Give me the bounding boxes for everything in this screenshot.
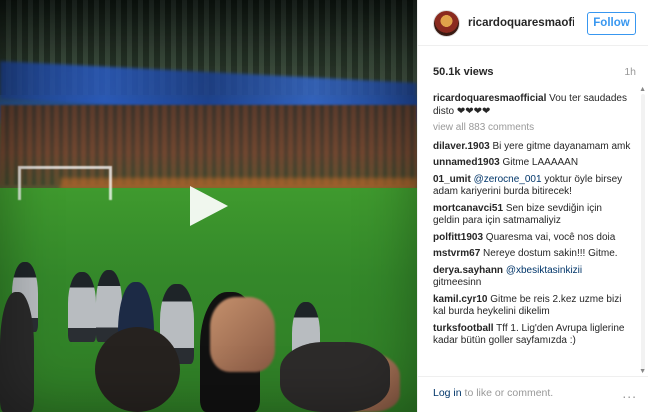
play-icon — [190, 186, 228, 226]
comments-scrollbar[interactable] — [641, 94, 645, 372]
more-options-icon[interactable]: ... — [622, 385, 637, 401]
comment-username[interactable]: polfitt1903 — [433, 232, 483, 243]
comment-username[interactable]: kamil.cyr10 — [433, 294, 488, 305]
comment-text: Bi yere gitme dayanamam amk — [492, 140, 631, 152]
login-prompt-text: to like or comment. — [461, 387, 554, 399]
comment-text: Quaresma vai, você nos doia — [485, 231, 616, 243]
comment-item: kamil.cyr10 Gitme be reis 2.kez uzme biz… — [433, 294, 631, 319]
scroll-down-icon[interactable]: ▼ — [639, 368, 646, 375]
goal-frame — [18, 166, 112, 200]
comment-username[interactable]: mortcanavci51 — [433, 203, 503, 214]
username[interactable]: ricardoquaresmaofi... — [468, 17, 574, 29]
post-footer: Log in to like or comment. ... — [418, 376, 648, 412]
comment-mention[interactable]: @zerocne_001 — [474, 174, 542, 185]
comment-username[interactable]: unnamed1903 — [433, 157, 500, 168]
video-player[interactable] — [0, 0, 417, 412]
play-button[interactable] — [184, 184, 232, 228]
comment-username[interactable]: dilaver.1903 — [433, 141, 490, 152]
comment-text: Nereye dostum sakin!!! Gitme. — [483, 248, 618, 259]
caption: ricardoquaresmaofficial Vou ter saudades… — [433, 93, 631, 118]
post-sidebar: ricardoquaresmaofi... Follow 50.1k views… — [417, 0, 648, 412]
comment-item: unnamed1903 Gitme LAAAAAN — [433, 157, 631, 170]
comment-item: mortcanavci51 Sen bize sevdiğin için gel… — [433, 203, 631, 228]
follow-button[interactable]: Follow — [587, 12, 636, 35]
comment-username[interactable]: ricardoquaresmaofficial — [433, 93, 546, 104]
login-prompt: Log in to like or comment. — [433, 387, 553, 399]
view-all-comments-link[interactable]: view all 883 comments — [433, 122, 631, 135]
post-age[interactable]: 1h — [624, 66, 636, 78]
avatar[interactable] — [433, 10, 460, 37]
post-header: ricardoquaresmaofi... Follow — [418, 0, 648, 46]
comment-item: turksfootball Tff 1. Lig'den Avrupa ligl… — [433, 323, 631, 348]
comment-item: 01_umit @zerocne_001 yoktur öyle birsey … — [433, 174, 631, 199]
comment-username[interactable]: turksfootball — [433, 323, 494, 334]
comment-mention[interactable]: @xbesiktasinkizii — [506, 265, 582, 276]
view-count: 50.1k views — [433, 66, 494, 78]
scroll-up-icon[interactable]: ▲ — [639, 86, 646, 93]
comment-text: Gitme LAAAAAN — [502, 157, 579, 168]
comment-username[interactable]: mstvrm67 — [433, 248, 480, 259]
login-link[interactable]: Log in — [433, 387, 462, 399]
comment-username[interactable]: derya.sayhann — [433, 265, 503, 276]
comment-item: polfitt1903 Quaresma vai, você nos doia — [433, 232, 631, 245]
comment-item: mstvrm67 Nereye dostum sakin!!! Gitme. — [433, 248, 631, 261]
comment-item: derya.sayhann @xbesiktasinkizii gitmeesi… — [433, 265, 631, 290]
comment-text: gitmeesinn — [433, 277, 482, 288]
comments-list: ricardoquaresmaofficial Vou ter saudades… — [433, 93, 631, 374]
foreground-fans — [0, 252, 417, 412]
comment-item: dilaver.1903 Bi yere gitme dayanamam amk — [433, 141, 631, 154]
comment-username[interactable]: 01_umit — [433, 174, 471, 185]
